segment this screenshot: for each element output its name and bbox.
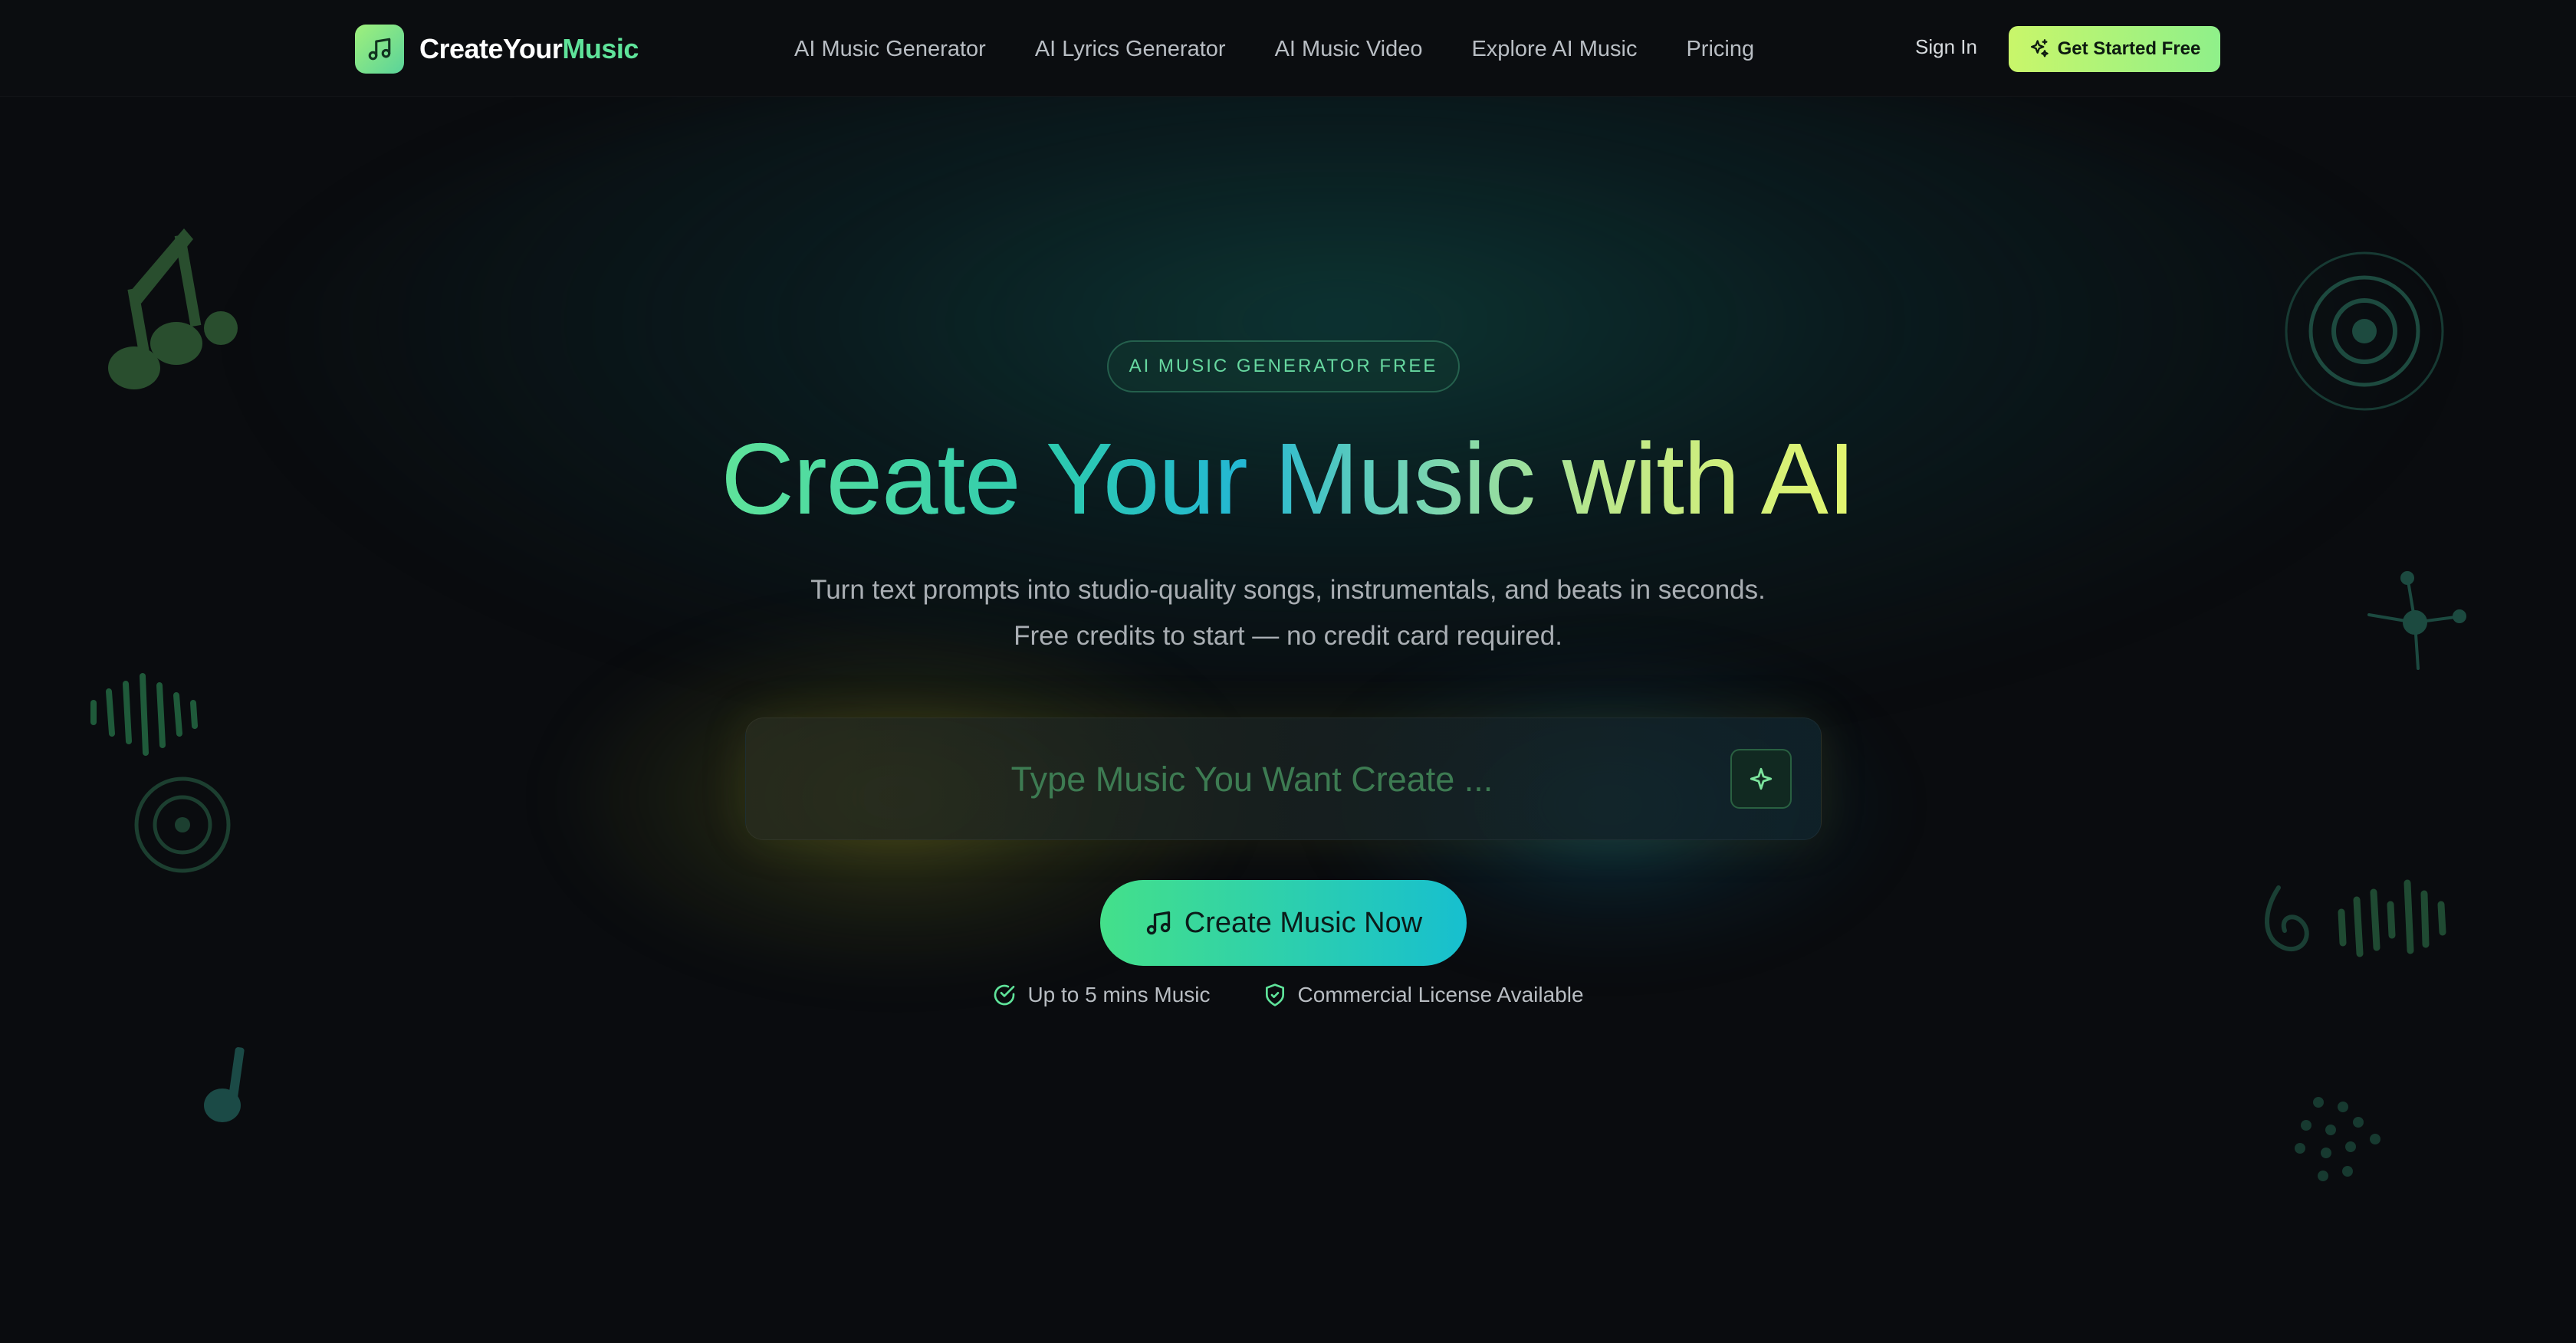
nav-ai-music-generator[interactable]: AI Music Generator: [794, 37, 986, 62]
logo-text-music: Music: [562, 33, 639, 64]
sparkle-icon: [1750, 767, 1773, 790]
main-nav: AI Music Generator AI Lyrics Generator A…: [794, 31, 1754, 67]
music-note-icon: [1146, 911, 1170, 935]
target-rings-icon: [2285, 251, 2444, 411]
vinyl-record-icon: [134, 777, 231, 873]
music-prompt-input[interactable]: [838, 749, 1666, 810]
dots-pattern-icon: [2295, 1097, 2380, 1181]
music-note-icon: [108, 228, 238, 389]
shield-check-icon: [1265, 983, 1284, 1006]
hero-badge: AI MUSIC GENERATOR FREE: [1107, 340, 1460, 392]
feature-label: Commercial License Available: [1297, 983, 1584, 1006]
hero-subtitle-line-2: Free credits to start — no credit card r…: [1014, 621, 1562, 651]
logo-text-create-your: CreateYour: [419, 33, 563, 64]
feature-item: Commercial License Available: [1263, 983, 1584, 1007]
eighth-note-icon: [204, 1047, 245, 1122]
nav-explore-ai-music[interactable]: Explore AI Music: [1471, 37, 1637, 62]
hero-subtitle: Turn text prompts into studio-quality so…: [0, 567, 2576, 659]
equalizer-icon: [2338, 879, 2446, 957]
sparkles-icon: [2030, 39, 2049, 57]
hero-subtitle-line-1: Turn text prompts into studio-quality so…: [810, 575, 1766, 605]
music-note-logo-icon: [355, 25, 404, 74]
get-started-free-label: Get Started Free: [2057, 38, 2201, 59]
ear-icon: [2265, 885, 2309, 951]
prompt-box: [745, 717, 1822, 840]
feature-item: Up to 5 mins Music: [992, 983, 1211, 1007]
hero-headline: Create Your Music with AI: [0, 414, 2576, 544]
logo-text: CreateYour Music: [419, 33, 639, 65]
page: CreateYour Music AI Music Generator AI Ly…: [0, 0, 2576, 1343]
site-header: CreateYour Music AI Music Generator AI Ly…: [0, 0, 2576, 97]
waveform-icon: [90, 673, 198, 756]
hero-headline-text: Create Your Music with AI: [721, 414, 1855, 544]
prompt-sparkle-button[interactable]: [1730, 749, 1792, 809]
create-music-now-button[interactable]: Create Music Now: [1100, 880, 1467, 966]
logo[interactable]: CreateYour Music: [355, 25, 639, 74]
create-music-now-label: Create Music Now: [1184, 906, 1423, 939]
check-circle-icon: [994, 984, 1015, 1006]
nav-pricing[interactable]: Pricing: [1686, 37, 1754, 62]
get-started-free-button[interactable]: Get Started Free: [2009, 26, 2220, 72]
feature-list: Up to 5 mins Music Commercial License Av…: [0, 983, 2576, 1007]
nav-ai-lyrics-generator[interactable]: AI Lyrics Generator: [1035, 37, 1226, 62]
nav-ai-music-video[interactable]: AI Music Video: [1275, 37, 1423, 62]
feature-label: Up to 5 mins Music: [1027, 983, 1211, 1006]
sign-in-link[interactable]: Sign In: [1915, 35, 1977, 59]
